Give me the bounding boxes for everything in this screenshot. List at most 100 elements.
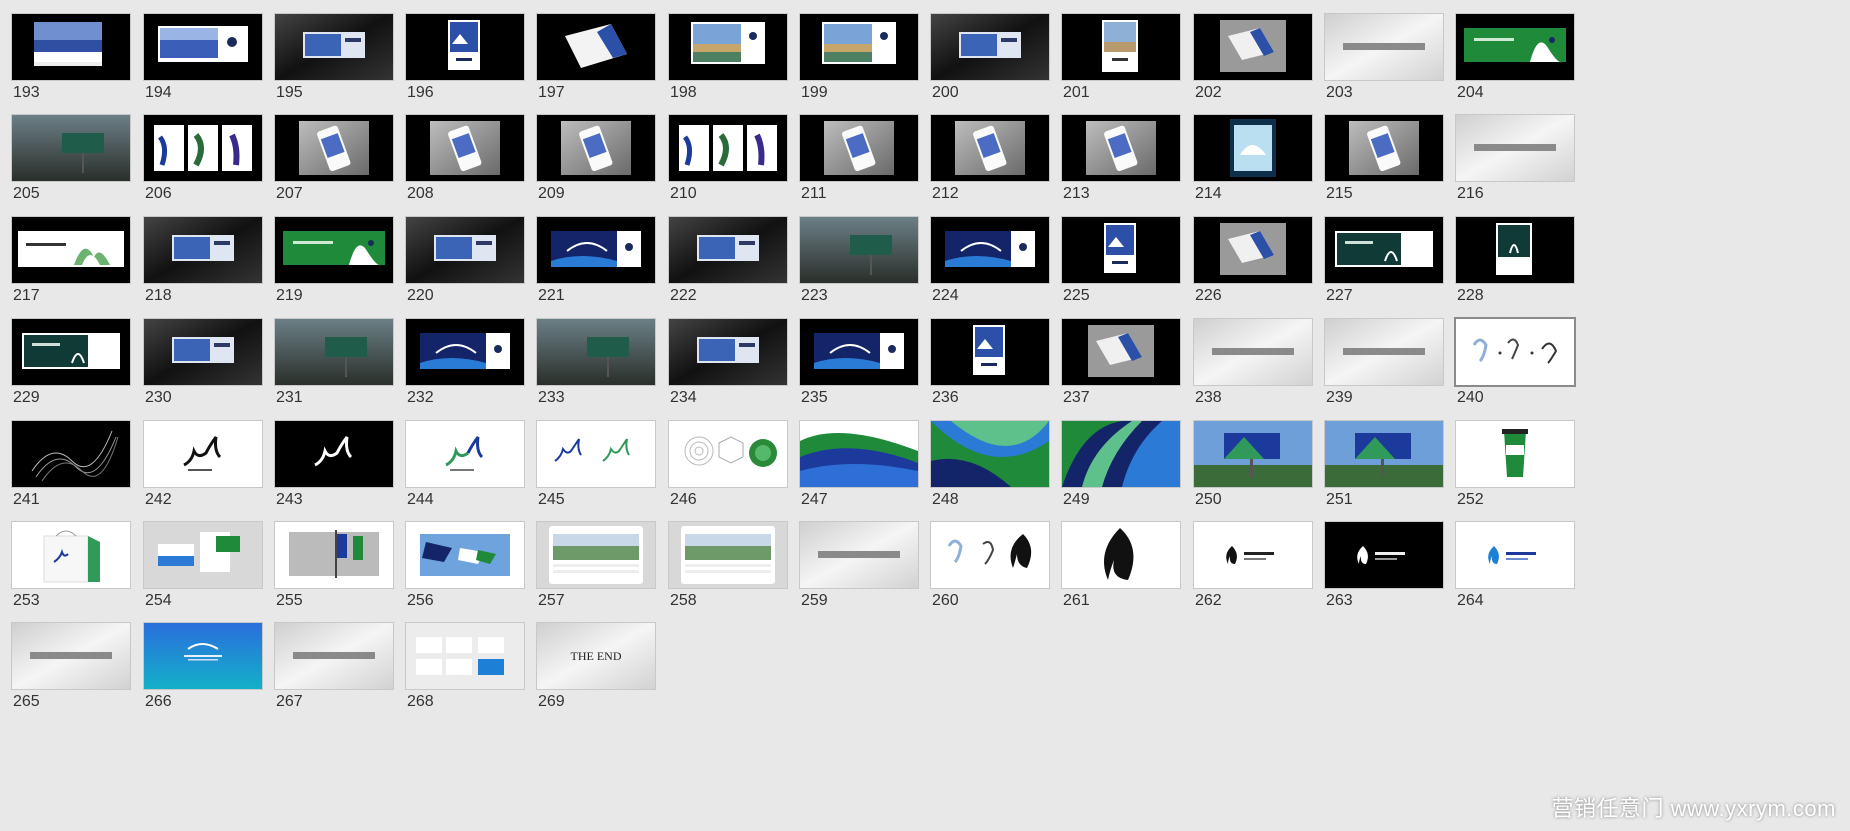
slide-preview[interactable] <box>405 13 525 81</box>
slide-thumbnail[interactable]: 255 <box>274 521 394 621</box>
slide-thumbnail[interactable]: 263 <box>1324 521 1444 621</box>
slide-preview[interactable] <box>143 521 263 589</box>
slide-preview[interactable] <box>1454 317 1576 387</box>
slide-thumbnail[interactable]: 209 <box>536 114 656 214</box>
slide-thumbnail[interactable]: 247 <box>799 420 919 520</box>
slide-thumbnail[interactable]: 224 <box>930 216 1050 316</box>
slide-preview[interactable] <box>799 216 919 284</box>
slide-preview[interactable] <box>799 114 919 182</box>
slide-thumbnail[interactable]: 194 <box>143 13 263 113</box>
slide-preview[interactable] <box>11 521 131 589</box>
slide-preview[interactable] <box>274 318 394 386</box>
slide-preview[interactable] <box>405 114 525 182</box>
slide-thumbnail[interactable]: 239 <box>1324 318 1444 418</box>
slide-preview[interactable] <box>143 622 263 690</box>
slide-preview[interactable] <box>536 216 656 284</box>
slide-preview[interactable] <box>405 216 525 284</box>
slide-preview[interactable] <box>11 318 131 386</box>
slide-thumbnail[interactable]: 226 <box>1193 216 1313 316</box>
slide-thumbnail[interactable]: 214 <box>1193 114 1313 214</box>
slide-thumbnail[interactable]: 245 <box>536 420 656 520</box>
slide-thumbnail[interactable]: 208 <box>405 114 525 214</box>
slide-preview[interactable] <box>405 420 525 488</box>
slide-thumbnail[interactable]: 235 <box>799 318 919 418</box>
slide-preview[interactable] <box>1455 114 1575 182</box>
slide-preview[interactable] <box>11 622 131 690</box>
slide-preview[interactable] <box>799 420 919 488</box>
slide-preview[interactable] <box>1061 216 1181 284</box>
slide-preview[interactable] <box>668 114 788 182</box>
slide-thumbnail[interactable]: 222 <box>668 216 788 316</box>
slide-thumbnail[interactable]: 210 <box>668 114 788 214</box>
slide-preview[interactable] <box>405 521 525 589</box>
slide-preview[interactable] <box>1193 420 1313 488</box>
slide-preview[interactable] <box>930 420 1050 488</box>
slide-preview[interactable]: THE END <box>536 622 656 690</box>
slide-preview[interactable] <box>1324 521 1444 589</box>
slide-thumbnail[interactable]: 236 <box>930 318 1050 418</box>
slide-preview[interactable] <box>668 13 788 81</box>
slide-thumbnail[interactable]: 204 <box>1455 13 1575 113</box>
slide-thumbnail[interactable]: 256 <box>405 521 525 621</box>
slide-preview[interactable] <box>930 114 1050 182</box>
slide-preview[interactable] <box>1061 521 1181 589</box>
slide-thumbnail[interactable]: 237 <box>1061 318 1181 418</box>
slide-preview[interactable] <box>1061 318 1181 386</box>
slide-preview[interactable] <box>1193 318 1313 386</box>
slide-thumbnail[interactable]: 218 <box>143 216 263 316</box>
slide-preview[interactable] <box>143 114 263 182</box>
slide-thumbnail[interactable]: 217 <box>11 216 131 316</box>
slide-thumbnail[interactable]: 264 <box>1455 521 1575 621</box>
slide-preview[interactable] <box>536 114 656 182</box>
slide-preview[interactable] <box>1455 216 1575 284</box>
slide-preview[interactable] <box>143 216 263 284</box>
slide-preview[interactable] <box>799 13 919 81</box>
slide-preview[interactable] <box>274 420 394 488</box>
slide-preview[interactable] <box>1455 13 1575 81</box>
slide-preview[interactable] <box>274 13 394 81</box>
slide-thumbnail[interactable]: 242 <box>143 420 263 520</box>
slide-thumbnail[interactable]: 198 <box>668 13 788 113</box>
slide-thumbnail[interactable]: 260 <box>930 521 1050 621</box>
slide-thumbnail[interactable]: 257 <box>536 521 656 621</box>
slide-thumbnail[interactable]: 238 <box>1193 318 1313 418</box>
slide-thumbnail[interactable]: 201 <box>1061 13 1181 113</box>
slide-preview[interactable] <box>1324 420 1444 488</box>
slide-thumbnail[interactable]: 205 <box>11 114 131 214</box>
slide-thumbnail[interactable]: 215 <box>1324 114 1444 214</box>
slide-preview[interactable] <box>143 318 263 386</box>
slide-preview[interactable] <box>668 420 788 488</box>
slide-preview[interactable] <box>405 318 525 386</box>
slide-preview[interactable] <box>668 521 788 589</box>
slide-thumbnail[interactable]: 199 <box>799 13 919 113</box>
slide-thumbnail[interactable]: 223 <box>799 216 919 316</box>
slide-preview[interactable] <box>930 13 1050 81</box>
slide-thumbnail[interactable]: 232 <box>405 318 525 418</box>
slide-preview[interactable] <box>274 114 394 182</box>
slide-preview[interactable] <box>1324 216 1444 284</box>
slide-preview[interactable] <box>1061 13 1181 81</box>
slide-thumbnail[interactable]: 267 <box>274 622 394 722</box>
slide-thumbnail[interactable]: 197 <box>536 13 656 113</box>
slide-thumbnail[interactable]: 206 <box>143 114 263 214</box>
slide-thumbnail[interactable]: 253 <box>11 521 131 621</box>
slide-thumbnail[interactable]: 250 <box>1193 420 1313 520</box>
slide-preview[interactable] <box>1061 420 1181 488</box>
slide-preview[interactable] <box>1324 114 1444 182</box>
slide-thumbnail[interactable]: 243 <box>274 420 394 520</box>
slide-thumbnail[interactable]: 225 <box>1061 216 1181 316</box>
slide-preview[interactable] <box>799 521 919 589</box>
slide-preview[interactable] <box>11 216 131 284</box>
slide-thumbnail[interactable]: 252 <box>1455 420 1575 520</box>
slide-preview[interactable] <box>405 622 525 690</box>
slide-preview[interactable] <box>274 216 394 284</box>
slide-thumbnail[interactable]: 229 <box>11 318 131 418</box>
slide-preview[interactable] <box>536 318 656 386</box>
slide-thumbnail[interactable]: 251 <box>1324 420 1444 520</box>
slide-thumbnail[interactable]: 231 <box>274 318 394 418</box>
slide-thumbnail[interactable]: 248 <box>930 420 1050 520</box>
slide-preview[interactable] <box>536 13 656 81</box>
slide-thumbnail[interactable]: 268 <box>405 622 525 722</box>
slide-thumbnail[interactable]: 216 <box>1455 114 1575 214</box>
slide-preview[interactable] <box>274 521 394 589</box>
